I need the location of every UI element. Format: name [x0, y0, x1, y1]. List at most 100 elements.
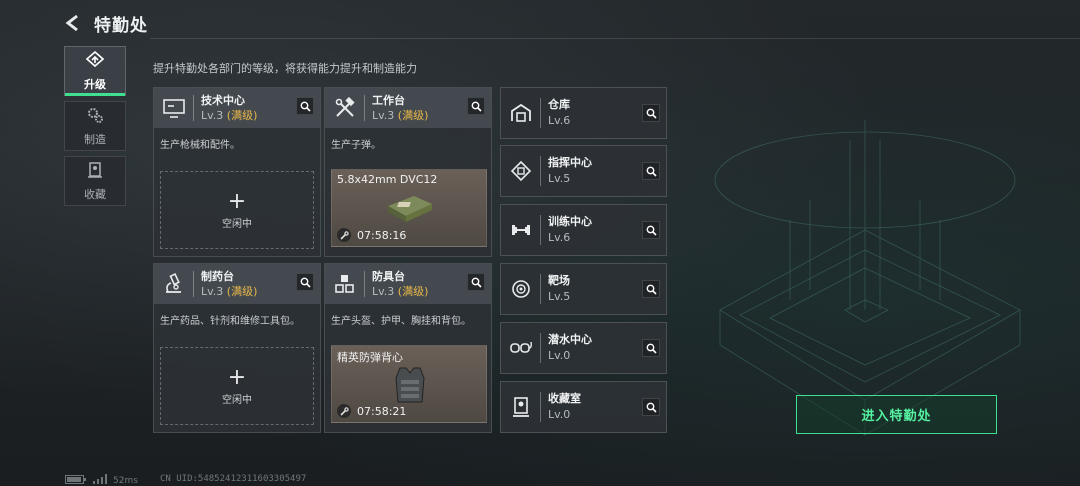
card-header: 技术中心 Lv.3 (满级) [154, 88, 320, 128]
armor-vest-image [395, 367, 425, 403]
card-description: 生产药品、针剂和维修工具包。 [160, 316, 300, 327]
facility-level: Lv.6 [548, 231, 571, 244]
tab-upgrade[interactable]: 升级 [64, 46, 126, 96]
tab-label: 收藏 [84, 187, 106, 201]
upgrade-icon [85, 50, 105, 73]
monitor-icon [160, 94, 188, 122]
card-level: Lv.3 (满级) [201, 284, 257, 299]
search-icon[interactable] [642, 221, 660, 239]
divider [540, 156, 541, 186]
divider [193, 95, 194, 121]
search-icon[interactable] [467, 273, 485, 291]
facility-training-center[interactable]: 训练中心 Lv.6 [500, 204, 667, 256]
enter-base-button[interactable]: 进入特勤处 [796, 395, 997, 434]
plus-icon: + [227, 188, 247, 214]
facility-warehouse[interactable]: 仓库 Lv.6 [500, 87, 667, 139]
gears-icon [86, 106, 104, 128]
facility-name: 收藏室 [548, 392, 581, 405]
display-case-icon [507, 393, 535, 421]
card-name: 防具台 [372, 269, 405, 283]
search-icon[interactable] [642, 339, 660, 357]
tab-craft[interactable]: 制造 [64, 101, 126, 151]
card-name: 制药台 [201, 269, 234, 283]
card-header: 工作台 Lv.3 (满级) [325, 88, 491, 128]
header-divider [150, 38, 1080, 39]
production-slot-empty[interactable]: + 空闲中 [160, 171, 314, 249]
tab-label: 升级 [84, 77, 106, 91]
search-icon[interactable] [467, 97, 485, 115]
card-description: 生产头盔、护甲、胸挂和背包。 [331, 316, 471, 327]
facility-level: Lv.5 [548, 290, 571, 303]
collection-icon [86, 161, 104, 183]
card-tech-center[interactable]: 技术中心 Lv.3 (满级) 生产枪械和配件。 + 空闲中 [153, 87, 321, 257]
product-name: 5.8x42mm DVC12 [337, 173, 438, 186]
facility-name: 训练中心 [548, 215, 592, 228]
facility-level: Lv.0 [548, 408, 571, 421]
wrench-icon [337, 228, 351, 242]
level-value: Lv.3 [372, 108, 395, 122]
production-slot-active[interactable]: 5.8x42mm DVC12 07:58:16 [331, 169, 487, 247]
divider [540, 98, 541, 128]
facility-shooting-range[interactable]: 靶场 Lv.5 [500, 263, 667, 315]
signal-icon [93, 474, 107, 486]
wrench-icon [337, 404, 351, 418]
divider [540, 333, 541, 363]
timer-value: 07:58:21 [357, 404, 407, 418]
tab-collection[interactable]: 收藏 [64, 156, 126, 206]
page-title: 特勤处 [94, 15, 148, 36]
warehouse-icon [507, 99, 535, 127]
cubes-icon [331, 270, 359, 298]
level-value: Lv.3 [372, 284, 395, 298]
production-timer: 07:58:21 [337, 404, 406, 418]
slot-status: 空闲中 [222, 218, 252, 230]
search-icon[interactable] [296, 97, 314, 115]
plus-icon: + [227, 364, 247, 390]
facility-name: 靶场 [548, 274, 570, 287]
divider [364, 271, 365, 297]
divider [540, 392, 541, 422]
level-value: Lv.3 [201, 284, 224, 298]
card-armor-bench[interactable]: 防具台 Lv.3 (满级) 生产头盔、护甲、胸挂和背包。 精英防弹背心 07:5… [324, 263, 492, 433]
facility-command-center[interactable]: 指挥中心 Lv.5 [500, 145, 667, 197]
max-level-badge: (满级) [226, 284, 258, 298]
card-header: 制药台 Lv.3 (满级) [154, 264, 320, 304]
level-value: Lv.3 [201, 108, 224, 122]
max-level-badge: (满级) [397, 284, 429, 298]
card-pharmacy[interactable]: 制药台 Lv.3 (满级) 生产药品、针剂和维修工具包。 + 空闲中 [153, 263, 321, 433]
production-slot-active[interactable]: 精英防弹背心 07:58:21 [331, 345, 487, 423]
tools-icon [331, 94, 359, 122]
slot-status: 空闲中 [222, 394, 252, 406]
search-icon[interactable] [642, 280, 660, 298]
search-icon[interactable] [296, 273, 314, 291]
max-level-badge: (满级) [226, 108, 258, 122]
card-header: 防具台 Lv.3 (满级) [325, 264, 491, 304]
page-subtitle: 提升特勤处各部门的等级，将获得能力提升和制造能力 [153, 62, 417, 75]
card-workbench[interactable]: 工作台 Lv.3 (满级) 生产子弹。 5.8x42mm DVC12 07:58… [324, 87, 492, 257]
ping-value: 52ms [113, 475, 138, 486]
back-arrow-icon[interactable] [62, 12, 84, 34]
diving-mask-icon [507, 334, 535, 362]
facility-name: 指挥中心 [548, 156, 592, 169]
facility-level: Lv.5 [548, 172, 571, 185]
search-icon[interactable] [642, 162, 660, 180]
dumbbell-icon [507, 216, 535, 244]
facility-collection-room[interactable]: 收藏室 Lv.0 [500, 381, 667, 433]
side-nav: 升级 制造 收藏 [64, 46, 126, 211]
facility-diving-center[interactable]: 潜水中心 Lv.0 [500, 322, 667, 374]
product-name: 精英防弹背心 [337, 351, 403, 364]
chip-icon [507, 157, 535, 185]
card-level: Lv.3 (满级) [372, 284, 428, 299]
card-description: 生产子弹。 [331, 140, 381, 151]
search-icon[interactable] [642, 398, 660, 416]
card-description: 生产枪械和配件。 [160, 140, 240, 151]
card-name: 技术中心 [201, 93, 245, 107]
card-name: 工作台 [372, 93, 405, 107]
search-icon[interactable] [642, 104, 660, 122]
production-slot-empty[interactable]: + 空闲中 [160, 347, 314, 425]
divider [540, 274, 541, 304]
target-icon [507, 275, 535, 303]
ammo-box-image [388, 196, 432, 222]
user-uid: CN UID:54852412311603305497 [160, 474, 307, 484]
timer-value: 07:58:16 [357, 228, 407, 242]
card-level: Lv.3 (满级) [372, 108, 428, 123]
